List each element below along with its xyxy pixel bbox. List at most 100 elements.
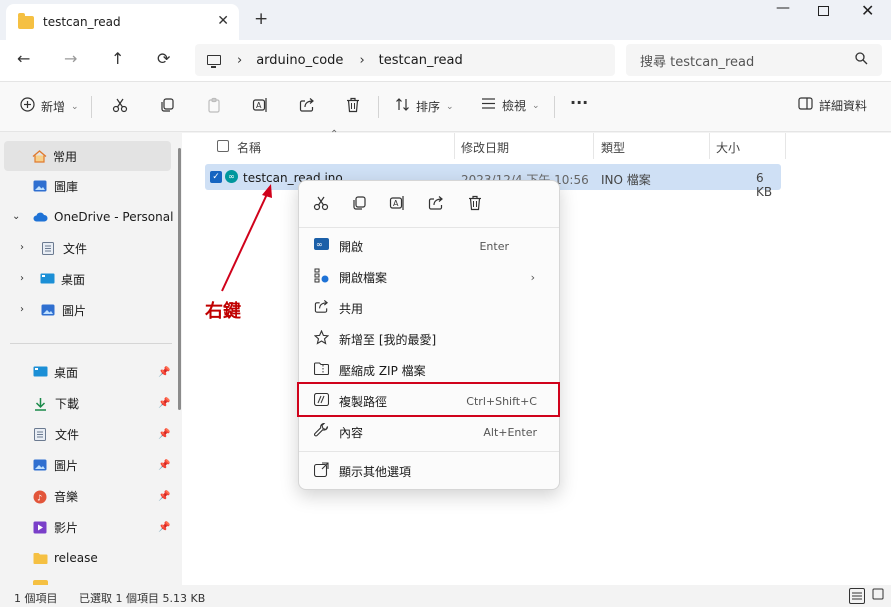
delete-icon[interactable] xyxy=(467,195,483,215)
column-divider[interactable] xyxy=(785,133,786,159)
sort-button[interactable]: 排序 ⌄ xyxy=(395,97,454,116)
desktop-icon xyxy=(33,366,48,378)
pin-icon: 📌 xyxy=(158,460,171,471)
share-icon[interactable] xyxy=(299,97,315,113)
new-tab-button[interactable]: + xyxy=(254,9,268,29)
home-icon xyxy=(32,150,47,163)
sidebar-item-gallery[interactable]: 圖庫 xyxy=(0,171,78,201)
cut-icon[interactable] xyxy=(112,97,128,113)
folder-icon xyxy=(33,552,48,564)
sidebar-item-quick-documents[interactable]: 文件 xyxy=(0,419,79,449)
column-divider[interactable] xyxy=(593,133,594,159)
sidebar-item-label: 圖片 xyxy=(62,303,87,318)
more-options-button[interactable]: ··· xyxy=(570,93,588,112)
plus-circle-icon xyxy=(20,97,35,116)
sidebar-item-documents[interactable]: 文件 xyxy=(0,233,87,263)
tab-testcan-read[interactable]: testcan_read ✕ xyxy=(6,4,239,40)
refresh-button[interactable]: ⟳ xyxy=(157,49,170,68)
copy-icon[interactable] xyxy=(351,195,367,215)
sidebar-item-label: 音樂 xyxy=(54,489,79,504)
sidebar-item-desktop[interactable]: 桌面 xyxy=(0,264,85,294)
menu-item-open[interactable]: ∞ 開啟 Enter xyxy=(309,231,549,261)
sidebar-divider xyxy=(10,343,172,344)
sidebar-item-videos[interactable]: 影片 xyxy=(0,512,78,542)
view-list-icon xyxy=(481,97,496,114)
row-checkbox[interactable]: ✓ xyxy=(210,171,222,183)
column-header-type[interactable]: 類型 xyxy=(601,139,625,156)
open-with-icon xyxy=(313,268,329,287)
sidebar-item-quick-pictures[interactable]: 圖片 xyxy=(0,450,78,480)
tiles-view-button[interactable] xyxy=(870,588,886,604)
delete-icon[interactable] xyxy=(345,97,361,113)
wrench-icon xyxy=(313,422,329,442)
annotation-highlight-box xyxy=(297,382,560,417)
share-icon[interactable] xyxy=(428,195,444,215)
menu-divider xyxy=(299,227,559,228)
new-button[interactable]: 新增 ⌄ xyxy=(20,97,79,116)
minimize-button[interactable]: — xyxy=(776,0,790,16)
back-button[interactable]: ← xyxy=(17,49,30,68)
search-placeholder: 搜尋 testcan_read xyxy=(640,54,755,70)
chevron-down-icon: ⌄ xyxy=(71,101,79,112)
sidebar-item-release[interactable]: release xyxy=(0,543,98,573)
menu-item-share[interactable]: 共用 xyxy=(309,293,549,323)
column-divider[interactable] xyxy=(454,133,455,159)
sidebar-item-downloads[interactable]: 下載 xyxy=(0,388,79,418)
view-button[interactable]: 檢視 ⌄ xyxy=(481,97,540,114)
document-icon xyxy=(42,242,56,255)
search-input[interactable]: 搜尋 testcan_read xyxy=(626,44,882,76)
sidebar-item-pictures[interactable]: 圖片 xyxy=(0,295,86,325)
annotation-label: 右鍵 xyxy=(205,301,241,322)
menu-item-add-favorites[interactable]: 新增至 [我的最愛] xyxy=(309,324,549,354)
arduino-app-icon: ∞ xyxy=(313,238,329,254)
details-pane-button[interactable]: 詳細資料 xyxy=(798,97,867,114)
menu-shortcut: Enter xyxy=(479,239,509,253)
address-bar[interactable]: › arduino_code › testcan_read xyxy=(195,44,615,76)
menu-divider xyxy=(299,451,559,452)
column-divider[interactable] xyxy=(709,133,710,159)
sidebar-item-music[interactable]: ♪ 音樂 xyxy=(0,481,78,511)
sidebar-item-label: release xyxy=(54,551,98,565)
sort-button-label: 排序 xyxy=(416,100,441,114)
expand-icon xyxy=(313,461,329,481)
breadcrumb-testcan-read[interactable]: testcan_read xyxy=(379,53,463,68)
svg-text:♪: ♪ xyxy=(37,494,42,503)
details-pane-label: 詳細資料 xyxy=(819,99,868,113)
chevron-right-icon: › xyxy=(530,270,535,284)
select-all-checkbox[interactable] xyxy=(217,140,229,152)
rename-icon[interactable]: A xyxy=(389,195,405,215)
sidebar-item-label: OneDrive - Personal xyxy=(54,210,174,224)
sort-ascending-icon: ⌃ xyxy=(330,129,339,140)
copy-icon[interactable] xyxy=(159,97,175,113)
pin-icon: 📌 xyxy=(158,491,171,502)
breadcrumb-separator: › xyxy=(359,52,365,68)
sidebar-item-onedrive[interactable]: OneDrive - Personal xyxy=(0,202,173,232)
close-window-button[interactable]: ✕ xyxy=(861,1,874,20)
up-button[interactable]: ↑ xyxy=(111,49,124,68)
close-tab-icon[interactable]: ✕ xyxy=(217,13,229,29)
search-icon xyxy=(855,52,868,69)
column-header-size[interactable]: 大小 xyxy=(716,139,740,156)
svg-text:∞: ∞ xyxy=(316,240,323,249)
menu-item-show-more-options[interactable]: 顯示其他選項 xyxy=(309,456,549,486)
details-view-button[interactable] xyxy=(849,588,865,604)
status-item-count: 1 個項目 xyxy=(14,592,58,605)
menu-item-compress-zip[interactable]: 壓縮成 ZIP 檔案 xyxy=(309,355,549,385)
menu-item-open-with[interactable]: 開啟檔案 › xyxy=(309,262,549,292)
rename-icon[interactable]: A xyxy=(252,97,268,113)
menu-item-label: 內容 xyxy=(339,425,364,440)
maximize-button[interactable] xyxy=(818,6,829,16)
cut-icon[interactable] xyxy=(313,195,329,215)
pin-icon: 📌 xyxy=(158,522,171,533)
sidebar-item-home[interactable]: 常用 xyxy=(4,141,171,171)
forward-button[interactable]: → xyxy=(64,49,77,68)
menu-item-properties[interactable]: 內容 Alt+Enter xyxy=(309,417,549,447)
pin-icon: 📌 xyxy=(158,429,171,440)
column-header-modified[interactable]: 修改日期 xyxy=(461,139,509,156)
breadcrumb-arduino-code[interactable]: arduino_code xyxy=(256,53,343,68)
sidebar-item-label: 桌面 xyxy=(54,365,79,380)
paste-icon[interactable] xyxy=(206,97,222,113)
sidebar-scrollbar[interactable] xyxy=(178,148,181,410)
column-header-name[interactable]: 名稱 xyxy=(237,139,261,156)
sidebar-item-quick-desktop[interactable]: 桌面 xyxy=(0,357,78,387)
